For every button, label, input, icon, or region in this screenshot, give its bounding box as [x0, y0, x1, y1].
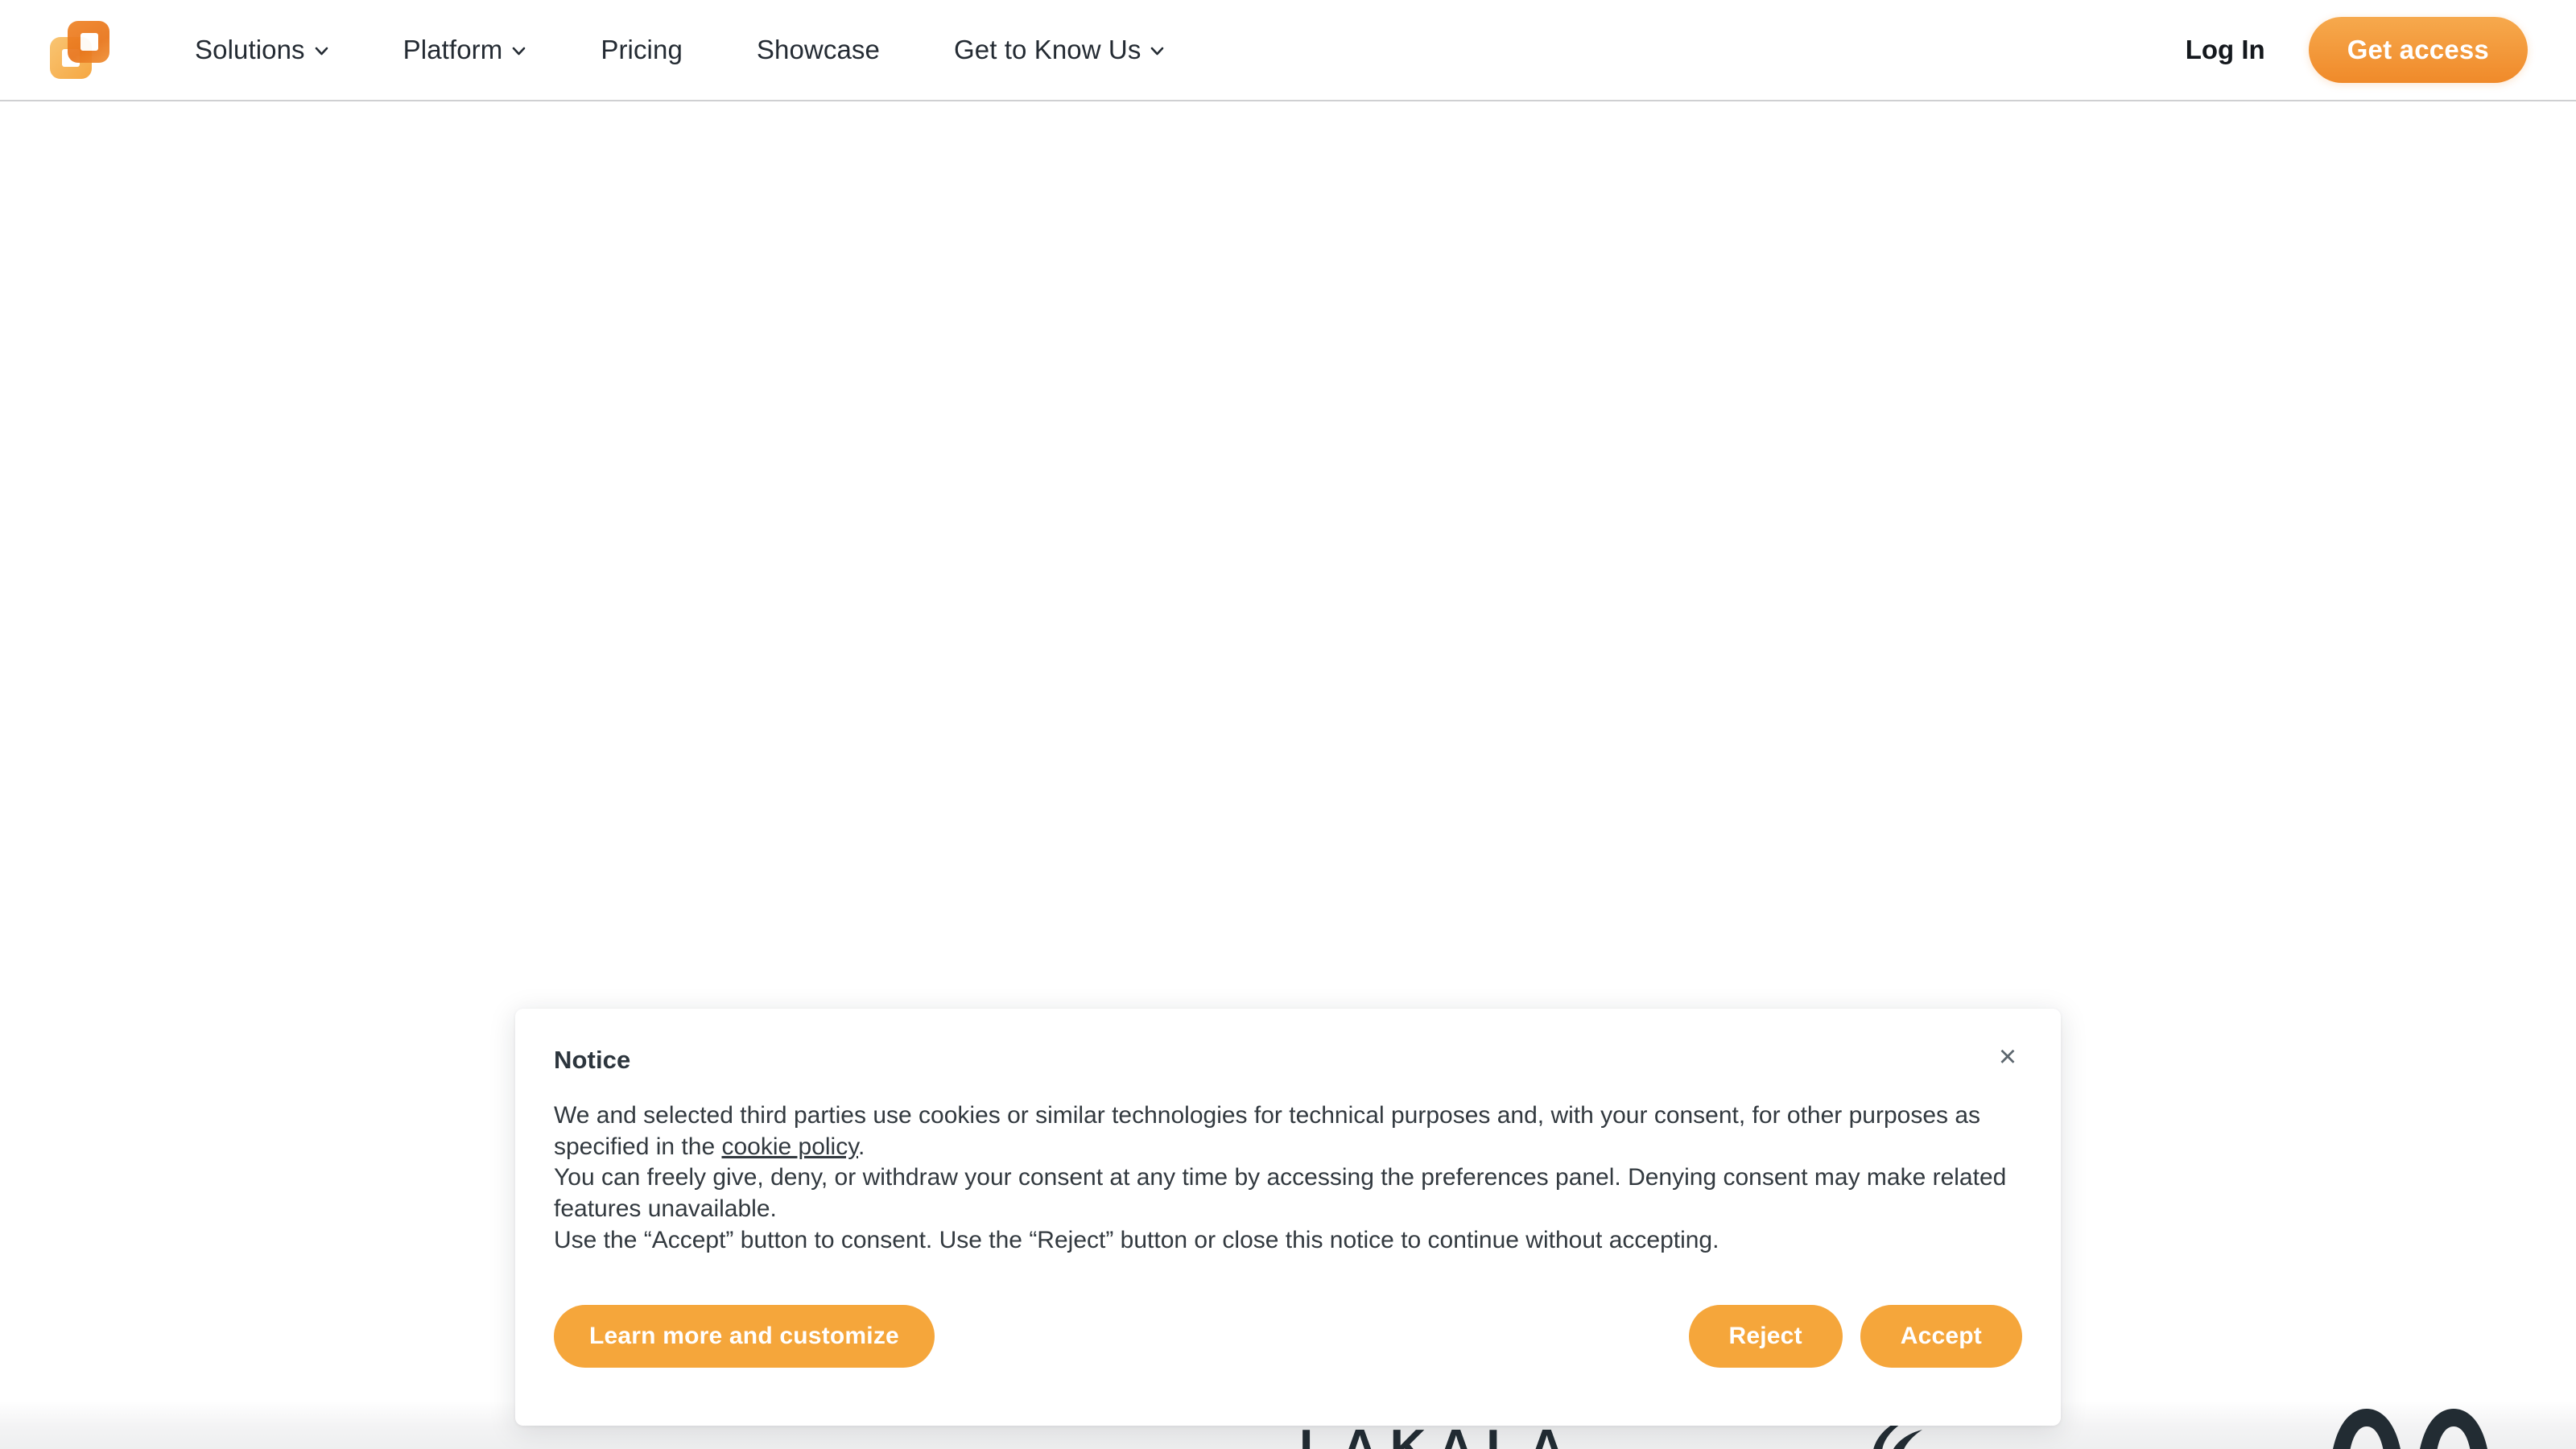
nav-item-platform[interactable]: Platform: [366, 35, 564, 65]
nav-item-showcase[interactable]: Showcase: [720, 35, 917, 65]
cookie-notice-dialog: Notice × We and selected third parties u…: [515, 1009, 2061, 1426]
site-logo[interactable]: [50, 21, 109, 79]
nav-item-label: Pricing: [601, 35, 683, 64]
reject-button[interactable]: Reject: [1688, 1305, 1843, 1368]
notice-primary-actions: Reject Accept: [1688, 1305, 2022, 1368]
notice-paragraph-1: We and selected third parties use cookie…: [554, 1100, 2022, 1162]
get-access-button[interactable]: Get access: [2308, 17, 2528, 83]
notice-paragraph-3: Use the “Accept” button to consent. Use …: [554, 1226, 1719, 1253]
nav-item-label: Solutions: [195, 35, 305, 64]
chevron-down-icon: [1150, 43, 1165, 59]
nav-item-label: Get to Know Us: [953, 35, 1141, 64]
nav-item-label: Showcase: [756, 35, 880, 64]
close-icon[interactable]: ×: [1988, 1038, 2027, 1076]
learn-more-and-customize-button[interactable]: Learn more and customize: [554, 1305, 935, 1368]
header-actions: Log In Get access: [2166, 17, 2528, 83]
nav-item-label: Platform: [402, 35, 503, 64]
chevron-down-icon: [314, 43, 329, 59]
notice-body: We and selected third parties use cookie…: [554, 1100, 2022, 1256]
log-in-link[interactable]: Log In: [2166, 35, 2285, 65]
cookie-policy-link[interactable]: cookie policy: [721, 1133, 858, 1160]
notice-title: Notice: [554, 1046, 631, 1074]
nav-item-solutions[interactable]: Solutions: [158, 35, 366, 65]
accept-button[interactable]: Accept: [1860, 1305, 2022, 1368]
nav-item-pricing[interactable]: Pricing: [564, 35, 720, 65]
notice-header: Notice ×: [554, 1042, 2022, 1076]
notice-paragraph-1-text-after: .: [858, 1133, 865, 1160]
chevron-down-icon: [511, 43, 526, 59]
main-navigation: Solutions Platform Pricing Showcase Get …: [158, 35, 1202, 65]
nav-item-get-to-know-us[interactable]: Get to Know Us: [917, 35, 1203, 65]
double-arch-logo-icon: [2322, 1402, 2507, 1449]
notice-paragraph-2: You can freely give, deny, or withdraw y…: [554, 1164, 2007, 1223]
notice-actions: Learn more and customize Reject Accept: [554, 1305, 2022, 1368]
site-header: Solutions Platform Pricing Showcase Get …: [0, 0, 2576, 101]
logo-square-dark-icon: [68, 21, 109, 63]
